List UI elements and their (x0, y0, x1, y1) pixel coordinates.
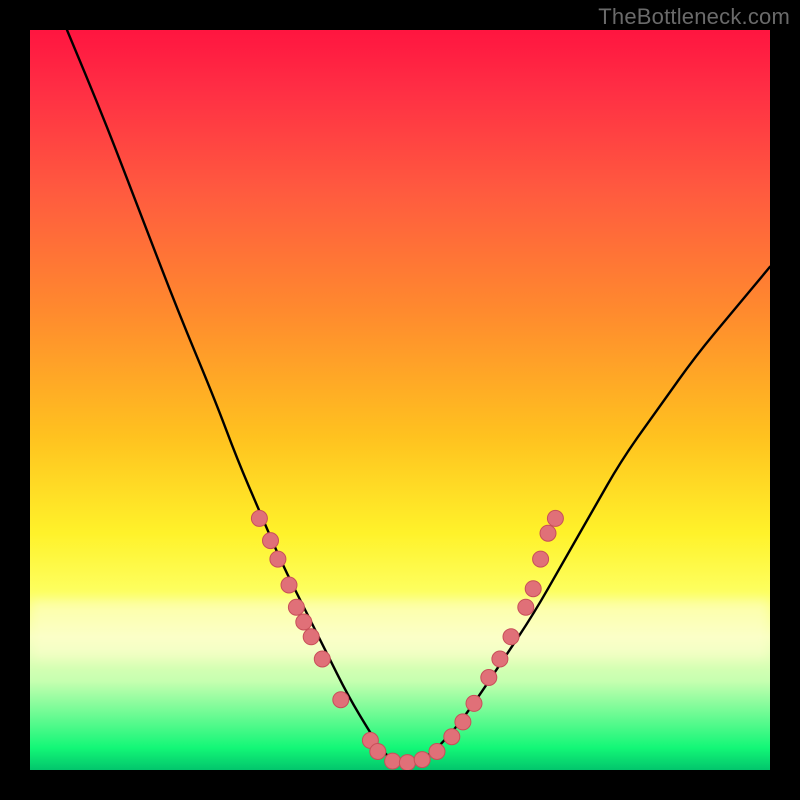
scatter-dot (288, 599, 304, 615)
scatter-dot (414, 752, 430, 768)
scatter-dot (481, 670, 497, 686)
scatter-dot (492, 651, 508, 667)
scatter-dot (540, 525, 556, 541)
scatter-dot (251, 510, 267, 526)
scatter-dots-group (251, 510, 563, 770)
scatter-dot (518, 599, 534, 615)
scatter-dot (296, 614, 312, 630)
bottleneck-curve (67, 30, 770, 763)
watermark-text: TheBottleneck.com (598, 4, 790, 30)
scatter-dot (444, 729, 460, 745)
scatter-dot (385, 753, 401, 769)
plot-area (30, 30, 770, 770)
scatter-dot (533, 551, 549, 567)
chart-svg (30, 30, 770, 770)
scatter-dot (314, 651, 330, 667)
scatter-dot (466, 695, 482, 711)
scatter-dot (333, 692, 349, 708)
scatter-dot (503, 629, 519, 645)
scatter-dot (270, 551, 286, 567)
outer-black-frame: TheBottleneck.com (0, 0, 800, 800)
scatter-dot (370, 744, 386, 760)
scatter-dot (547, 510, 563, 526)
scatter-dot (303, 629, 319, 645)
scatter-dot (429, 744, 445, 760)
scatter-dot (281, 577, 297, 593)
scatter-dot (525, 581, 541, 597)
scatter-dot (399, 755, 415, 770)
scatter-dot (263, 533, 279, 549)
scatter-dot (455, 714, 471, 730)
